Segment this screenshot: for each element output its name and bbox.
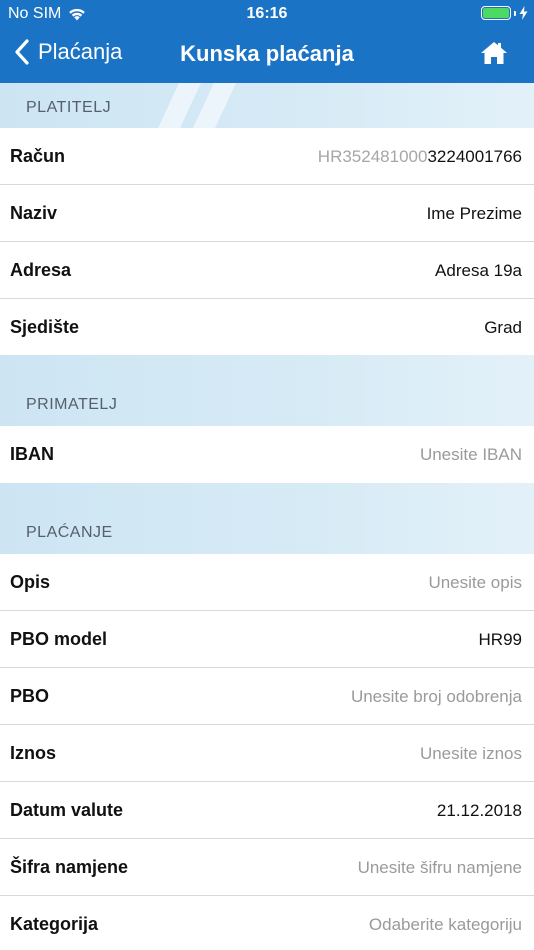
chevron-left-icon (15, 39, 29, 65)
back-label: Plaćanja (38, 39, 123, 64)
amount-input[interactable]: Unesite iznos (420, 744, 522, 764)
row-label-pbo: PBO (10, 686, 50, 706)
row-opis[interactable]: Opis Unesite opis (0, 554, 534, 611)
battery-tip (514, 10, 516, 16)
row-label-iznos: Iznos (10, 743, 57, 763)
row-pbo-model[interactable]: PBO model HR99 (0, 611, 534, 668)
section-title-placanje: PLAĆANJE (26, 524, 113, 541)
row-value-adresa: Adresa 19a (435, 261, 522, 280)
value-date-picker[interactable]: 21.12.2018 (437, 801, 522, 821)
section-header-placanje: PLAĆANJE (0, 483, 534, 554)
row-kategorija[interactable]: Kategorija Odaberite kategoriju (0, 896, 534, 950)
row-label-sjediste: Sjedište (10, 317, 80, 337)
row-value-naziv: Ime Prezime (426, 204, 522, 223)
row-label-pbo-model: PBO model (10, 629, 108, 649)
category-select[interactable]: Odaberite kategoriju (369, 915, 522, 935)
battery-icon (481, 6, 511, 20)
section-header-platitelj: PLATITELJ (0, 83, 534, 128)
status-bar: No SIM 16:16 (0, 0, 534, 27)
row-racun: Račun HR3524810003224001766 (0, 128, 534, 185)
row-value-sjediste: Grad (484, 318, 522, 337)
row-pbo[interactable]: PBO Unesite broj odobrenja (0, 668, 534, 725)
battery-group (481, 6, 528, 20)
iban-input[interactable]: Unesite IBAN (420, 445, 522, 465)
row-label-racun: Račun (10, 146, 66, 166)
section-header-primatelj: PRIMATELJ (0, 355, 534, 426)
row-label-naziv: Naziv (10, 203, 58, 223)
row-sjediste: Sjedište Grad (0, 299, 534, 356)
pbo-model-select[interactable]: HR99 (479, 630, 522, 650)
row-label-kategorija: Kategorija (10, 914, 99, 934)
back-button[interactable]: Plaćanja (14, 39, 122, 65)
row-datum-valute[interactable]: Datum valute 21.12.2018 (0, 782, 534, 839)
pbo-input[interactable]: Unesite broj odobrenja (351, 687, 522, 707)
row-label-opis: Opis (10, 572, 51, 592)
account-number-suffix: 3224001766 (427, 147, 522, 166)
row-iznos[interactable]: Iznos Unesite iznos (0, 725, 534, 782)
row-label-adresa: Adresa (10, 260, 72, 280)
home-icon (481, 42, 507, 64)
description-input[interactable]: Unesite opis (428, 573, 522, 593)
charging-bolt-icon (519, 6, 528, 20)
row-label-sifra-namjene: Šifra namjene (10, 857, 129, 877)
row-adresa: Adresa Adresa 19a (0, 242, 534, 299)
row-sifra-namjene[interactable]: Šifra namjene Unesite šifru namjene (0, 839, 534, 896)
row-iban[interactable]: IBAN Unesite IBAN (0, 426, 534, 483)
purpose-code-input[interactable]: Unesite šifru namjene (358, 858, 522, 878)
account-number-prefix: HR352481000 (317, 147, 428, 166)
account-number-value: HR3524810003224001766 (318, 147, 522, 167)
section-title-platitelj: PLATITELJ (26, 99, 112, 116)
row-label-datum-valute: Datum valute (10, 800, 124, 820)
row-label-iban: IBAN (10, 444, 54, 464)
home-button[interactable] (480, 40, 510, 70)
row-naziv: Naziv Ime Prezime (0, 185, 534, 242)
navigation-bar: Plaćanja Kunska plaćanja (0, 27, 534, 83)
section-title-primatelj: PRIMATELJ (26, 396, 118, 413)
status-time: 16:16 (246, 5, 288, 22)
